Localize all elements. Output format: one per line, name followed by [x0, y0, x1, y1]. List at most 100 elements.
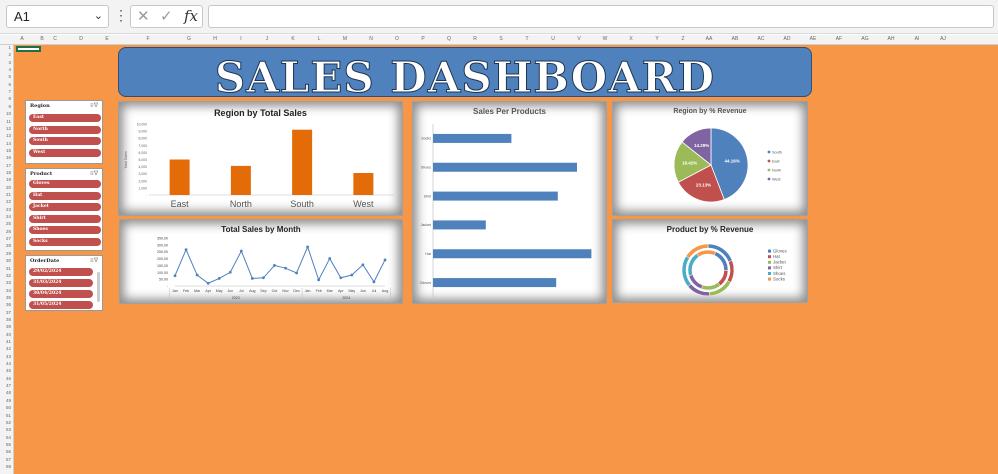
row-header[interactable]: 54	[6, 435, 11, 440]
row-header[interactable]: 1	[8, 45, 11, 50]
column-header[interactable]: T	[525, 36, 528, 42]
row-header[interactable]: 2	[8, 52, 11, 57]
row-header[interactable]: 44	[6, 361, 11, 366]
product-pct-chart[interactable]: Product by % Revenue Gloves Hat Jacket Shir…	[612, 219, 808, 303]
selected-cell[interactable]	[16, 46, 41, 52]
column-header[interactable]: V	[577, 36, 580, 42]
column-header[interactable]: X	[629, 36, 632, 42]
row-header[interactable]: 5	[8, 74, 11, 79]
row-header[interactable]: 39	[6, 324, 11, 329]
row-header[interactable]: 37	[6, 310, 11, 315]
formula-input[interactable]	[208, 5, 994, 28]
row-header[interactable]: 50	[6, 405, 11, 410]
row-header[interactable]: 25	[6, 221, 11, 226]
column-header[interactable]: M	[343, 36, 347, 42]
row-header[interactable]: 17	[6, 163, 11, 168]
column-header[interactable]: H	[213, 36, 217, 42]
region-slicer[interactable]: Region ≡ ∇ East North South West	[25, 100, 103, 164]
row-header[interactable]: 11	[6, 119, 11, 124]
row-header[interactable]: 38	[6, 317, 11, 322]
slicer-item[interactable]: East	[29, 114, 101, 122]
slicer-item[interactable]: 30/04/2024	[29, 290, 93, 298]
column-header[interactable]: I	[240, 36, 241, 42]
enter-icon[interactable]: ✓	[160, 7, 173, 25]
row-header[interactable]: 18	[6, 170, 11, 175]
row-header[interactable]: 24	[6, 214, 11, 219]
row-header[interactable]: 55	[6, 442, 11, 447]
row-header[interactable]: 46	[6, 376, 11, 381]
column-header[interactable]: R	[473, 36, 477, 42]
row-header[interactable]: 23	[6, 207, 11, 212]
column-header[interactable]: A	[20, 36, 23, 42]
row-header[interactable]: 34	[6, 288, 11, 293]
row-header[interactable]: 47	[6, 383, 11, 388]
column-header[interactable]: Z	[681, 36, 684, 42]
row-header[interactable]: 41	[6, 339, 11, 344]
slicer-item[interactable]: Gloves	[29, 180, 101, 188]
row-header[interactable]: 6	[8, 82, 11, 87]
row-header[interactable]: 43	[6, 354, 11, 359]
cancel-icon[interactable]: ✕	[137, 7, 150, 25]
slicer-item[interactable]: Shirt	[29, 214, 101, 223]
column-header[interactable]: D	[79, 36, 83, 42]
column-header[interactable]: S	[499, 36, 502, 42]
row-header[interactable]: 14	[6, 141, 11, 146]
column-header[interactable]: G	[187, 36, 191, 42]
row-header[interactable]: 53	[6, 427, 11, 432]
column-header[interactable]: N	[369, 36, 373, 42]
row-header[interactable]: 4	[8, 67, 11, 72]
row-header[interactable]: 19	[6, 177, 11, 182]
sales-by-month-chart[interactable]: Total Sales by Month 350,00 300,00 250,00 2…	[119, 219, 403, 304]
column-header[interactable]: C	[53, 36, 57, 42]
row-header[interactable]: 32	[6, 273, 11, 278]
column-header[interactable]: AF	[836, 36, 842, 42]
slicer-item[interactable]: 29/02/2024	[29, 268, 93, 276]
column-header[interactable]: E	[105, 36, 108, 42]
column-header[interactable]: J	[266, 36, 269, 42]
row-header[interactable]: 31	[6, 266, 11, 271]
row-header[interactable]: 52	[6, 420, 11, 425]
row-header[interactable]: 16	[6, 155, 11, 160]
row-header[interactable]: 48	[6, 390, 11, 395]
slicer-item[interactable]: Shoes	[29, 226, 101, 234]
clear-filter-icon[interactable]: ≡ ∇	[90, 102, 98, 109]
slicer-item[interactable]: Hat	[29, 191, 101, 200]
column-header[interactable]: U	[551, 36, 555, 42]
row-header[interactable]: 51	[6, 413, 11, 418]
column-header[interactable]: K	[291, 36, 294, 42]
slicer-item[interactable]: 31/03/2024	[29, 279, 93, 287]
row-header[interactable]: 49	[6, 398, 11, 403]
row-header[interactable]: 56	[6, 449, 11, 454]
slicer-item[interactable]: West	[29, 148, 101, 157]
row-header[interactable]: 28	[6, 243, 11, 248]
column-header[interactable]: Y	[655, 36, 658, 42]
column-header[interactable]: AI	[915, 36, 920, 42]
row-header[interactable]: 10	[6, 111, 11, 116]
clear-filter-icon[interactable]: ≡ ∇	[90, 257, 98, 264]
chevron-down-icon[interactable]: ⌄	[94, 9, 103, 22]
slicer-item[interactable]: 31/05/2024	[29, 301, 93, 309]
row-header[interactable]: 42	[6, 346, 11, 351]
row-header[interactable]: 30	[6, 258, 11, 263]
row-header[interactable]: 29	[6, 251, 11, 256]
row-header[interactable]: 13	[6, 133, 11, 138]
row-header[interactable]: 7	[8, 89, 11, 94]
slicer-item[interactable]: South	[29, 137, 101, 145]
column-header[interactable]: AJ	[940, 36, 946, 42]
row-header[interactable]: 36	[6, 302, 11, 307]
column-header[interactable]: AA	[706, 36, 713, 42]
orderdate-slicer[interactable]: OrderDate ≡ ∇ 29/02/2024 31/03/2024 30/04/…	[25, 255, 103, 311]
row-header[interactable]: 40	[6, 332, 11, 337]
row-header[interactable]: 33	[6, 280, 11, 285]
row-header[interactable]: 8	[8, 96, 11, 101]
column-header[interactable]: L	[318, 36, 321, 42]
column-header[interactable]: W	[603, 36, 608, 42]
row-header[interactable]: 15	[6, 148, 11, 153]
column-header[interactable]: AG	[861, 36, 868, 42]
row-header[interactable]: 45	[6, 368, 11, 373]
column-header[interactable]: O	[395, 36, 399, 42]
row-header[interactable]: 27	[6, 236, 11, 241]
row-header[interactable]: 22	[6, 199, 11, 204]
row-header[interactable]: 3	[8, 60, 11, 65]
row-header[interactable]: 57	[6, 457, 11, 462]
